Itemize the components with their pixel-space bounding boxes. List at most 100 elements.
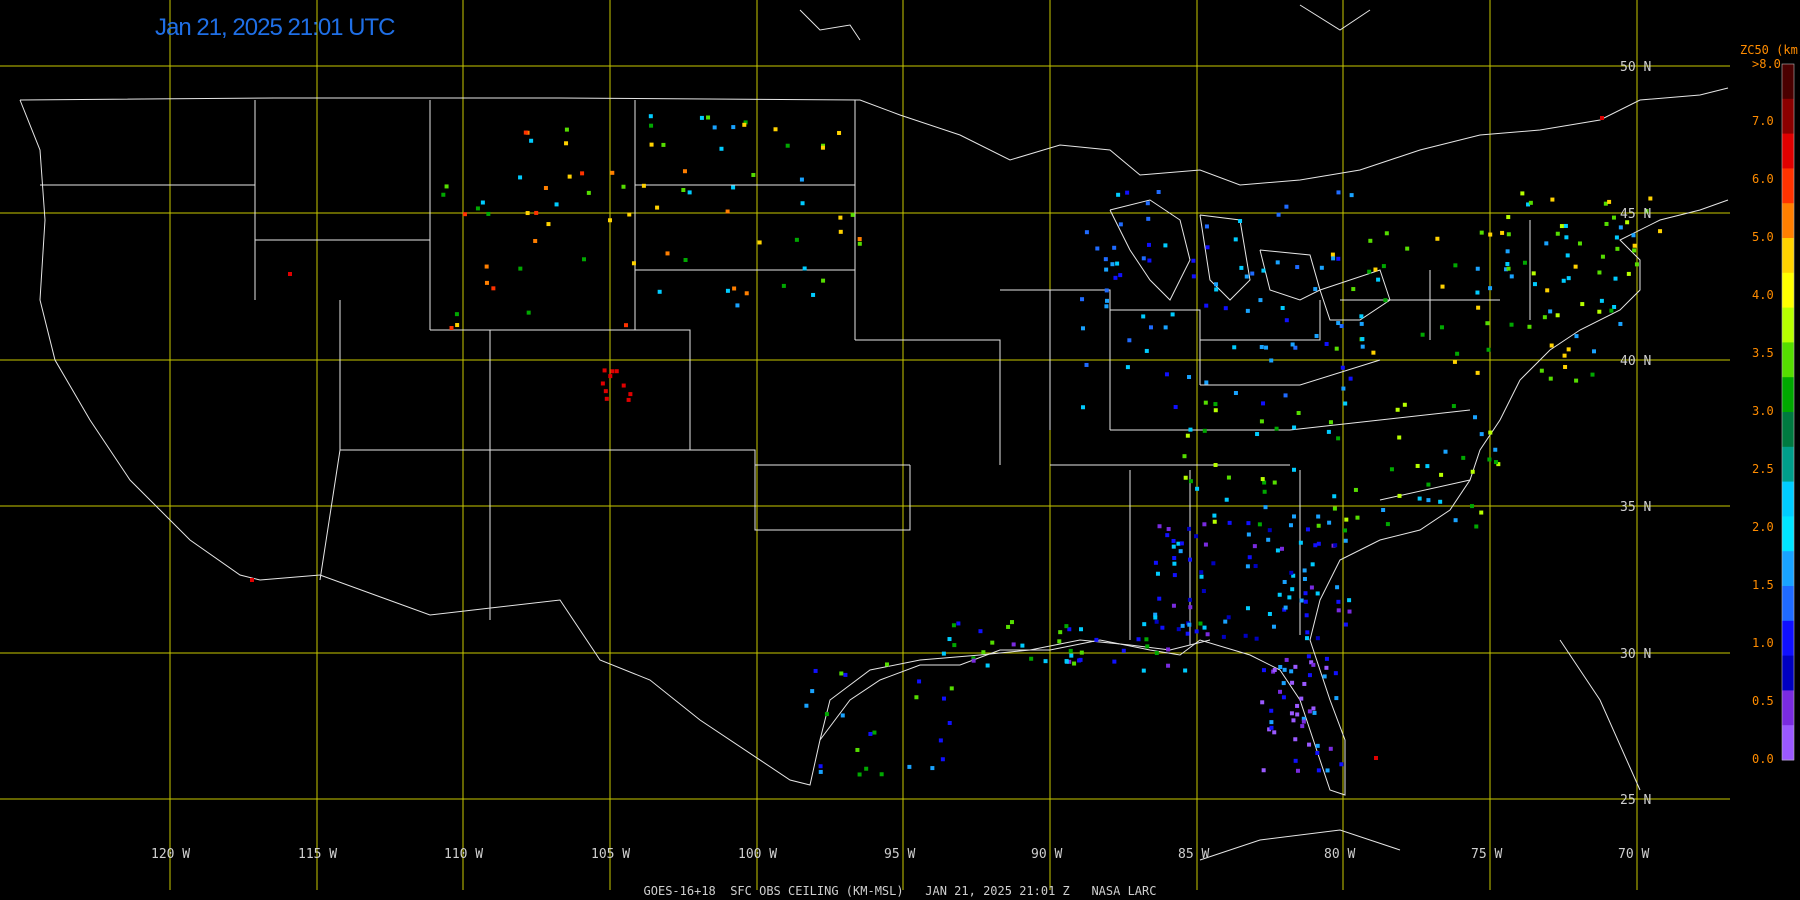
station-marker bbox=[838, 215, 843, 220]
station-marker bbox=[981, 650, 986, 655]
station-marker bbox=[484, 280, 489, 285]
station-marker bbox=[1306, 654, 1311, 659]
station-marker bbox=[1336, 190, 1341, 195]
station-marker bbox=[1259, 344, 1264, 349]
station-marker bbox=[1332, 494, 1337, 499]
station-marker bbox=[1295, 703, 1300, 708]
station-marker bbox=[1316, 514, 1321, 519]
station-marker bbox=[1324, 656, 1329, 661]
station-marker bbox=[1223, 619, 1228, 624]
product-footer: GOES-16+18 SFC OBS CEILING (KM-MSL) JAN … bbox=[643, 884, 1157, 898]
station-marker bbox=[614, 369, 619, 374]
station-marker bbox=[546, 222, 551, 227]
station-marker bbox=[813, 668, 818, 673]
station-marker bbox=[1453, 263, 1458, 268]
station-marker bbox=[1116, 192, 1121, 197]
legend-swatch bbox=[1782, 481, 1794, 517]
us-north-border bbox=[19, 87, 1729, 186]
station-marker bbox=[1485, 321, 1490, 326]
station-marker bbox=[941, 651, 946, 656]
station-marker bbox=[1185, 631, 1190, 636]
station-marker bbox=[949, 686, 954, 691]
station-marker bbox=[1252, 544, 1257, 549]
station-marker bbox=[1315, 743, 1320, 748]
station-marker bbox=[1563, 223, 1568, 228]
station-marker bbox=[1274, 426, 1279, 431]
station-marker bbox=[732, 286, 737, 291]
station-marker bbox=[907, 764, 912, 769]
station-marker bbox=[641, 183, 646, 188]
station-marker bbox=[731, 185, 736, 190]
station-marker bbox=[1343, 401, 1348, 406]
station-marker bbox=[1144, 637, 1149, 642]
station-marker bbox=[1244, 274, 1249, 279]
station-marker bbox=[1176, 541, 1181, 546]
lat-label: 30 N bbox=[1620, 647, 1651, 662]
station-marker bbox=[1315, 591, 1320, 596]
station-marker bbox=[1307, 742, 1312, 747]
station-marker bbox=[843, 672, 848, 677]
lat-lon-grid bbox=[0, 0, 1730, 890]
station-marker bbox=[1239, 265, 1244, 270]
station-marker bbox=[872, 730, 877, 735]
station-marker bbox=[1333, 543, 1338, 548]
station-marker bbox=[1255, 432, 1260, 437]
legend-swatch bbox=[1782, 586, 1794, 622]
station-marker bbox=[1293, 758, 1298, 763]
station-marker bbox=[1359, 314, 1364, 319]
station-observations bbox=[250, 114, 1663, 777]
station-marker bbox=[1153, 615, 1158, 620]
station-marker bbox=[1341, 386, 1346, 391]
station-marker bbox=[1195, 486, 1200, 491]
station-marker bbox=[1304, 636, 1309, 641]
legend-label: 0.5 bbox=[1752, 694, 1774, 708]
station-marker bbox=[1113, 275, 1118, 280]
station-marker bbox=[1125, 190, 1130, 195]
station-marker bbox=[1278, 689, 1283, 694]
legend-swatch bbox=[1782, 133, 1794, 169]
station-marker bbox=[1634, 262, 1639, 267]
station-marker bbox=[1527, 324, 1532, 329]
station-marker bbox=[744, 291, 749, 296]
station-marker bbox=[1506, 232, 1511, 237]
station-marker bbox=[1232, 345, 1237, 350]
station-marker bbox=[699, 115, 704, 120]
station-marker bbox=[837, 130, 842, 135]
station-marker bbox=[1278, 664, 1283, 669]
station-marker bbox=[533, 238, 538, 243]
lat-label: 45 N bbox=[1620, 207, 1651, 222]
station-marker bbox=[1470, 469, 1475, 474]
station-marker bbox=[1348, 376, 1353, 381]
station-marker bbox=[1112, 245, 1117, 250]
state-lines-east bbox=[855, 220, 1531, 645]
station-marker bbox=[1080, 297, 1085, 302]
station-marker bbox=[1157, 524, 1162, 529]
station-marker bbox=[1281, 681, 1286, 686]
station-marker bbox=[1335, 585, 1340, 590]
station-marker bbox=[1607, 199, 1612, 204]
station-marker bbox=[1336, 321, 1341, 326]
station-marker bbox=[1451, 404, 1456, 409]
station-marker bbox=[250, 578, 254, 582]
station-marker bbox=[1170, 312, 1175, 317]
station-marker bbox=[1269, 358, 1274, 363]
station-marker bbox=[1311, 706, 1316, 711]
station-marker bbox=[564, 141, 569, 146]
lon-label: 100 W bbox=[738, 847, 777, 862]
station-marker bbox=[864, 766, 869, 771]
legend-swatch bbox=[1782, 655, 1794, 691]
legend-label: 3.0 bbox=[1752, 404, 1774, 418]
station-marker bbox=[1600, 116, 1604, 120]
station-marker bbox=[1493, 460, 1498, 465]
station-marker bbox=[1141, 668, 1146, 673]
station-marker bbox=[1509, 274, 1514, 279]
station-marker bbox=[1395, 407, 1400, 412]
station-marker bbox=[1156, 190, 1161, 195]
station-marker bbox=[1360, 337, 1365, 342]
station-marker bbox=[857, 241, 862, 246]
station-marker bbox=[1293, 664, 1298, 669]
station-marker bbox=[1199, 570, 1204, 575]
station-marker bbox=[1544, 241, 1549, 246]
station-marker bbox=[1166, 647, 1171, 652]
station-marker bbox=[1289, 570, 1294, 575]
